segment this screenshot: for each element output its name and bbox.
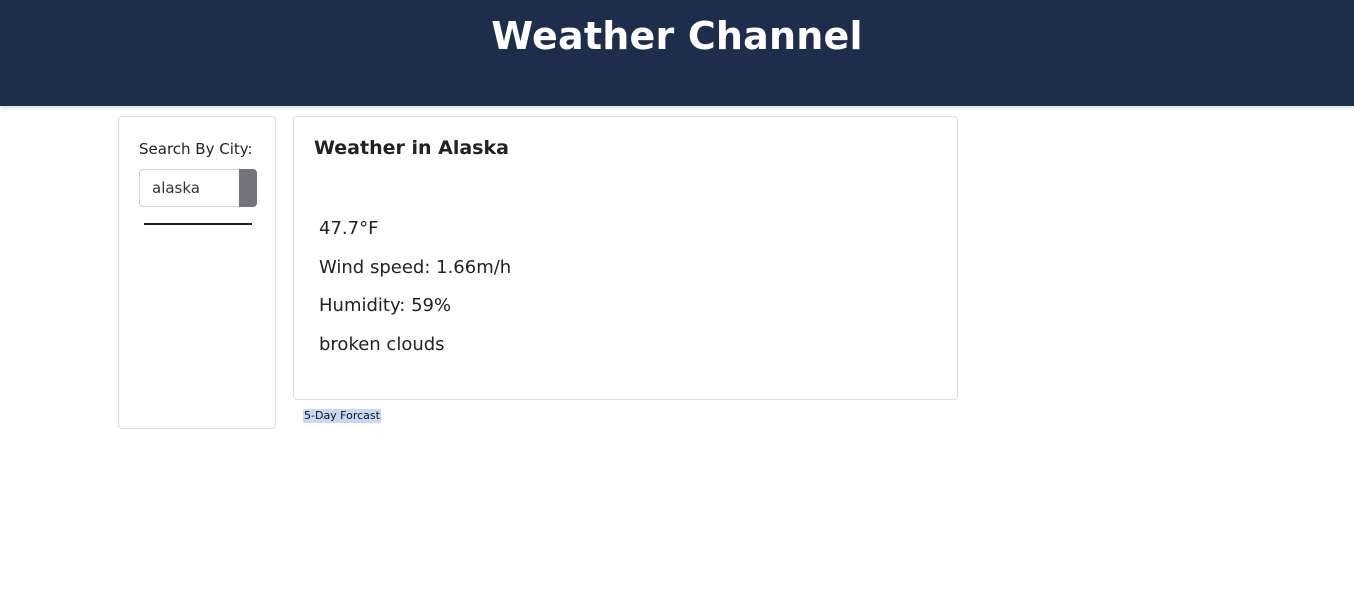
wind-speed-text: Wind speed: 1.66m/h (319, 257, 512, 278)
temperature-text: 47.7°F (319, 218, 379, 239)
search-group (139, 169, 257, 207)
five-day-forecast-heading: 5-Day Forcast (303, 409, 381, 423)
search-sidebar: Search By City: (118, 116, 276, 429)
current-weather-card: Weather in Alaska 47.7°F Wind speed: 1.6… (293, 116, 958, 400)
site-title: Weather Channel (491, 14, 863, 58)
site-header: Weather Channel (0, 0, 1354, 106)
weather-title: Weather in Alaska (314, 137, 509, 159)
search-button[interactable] (239, 169, 257, 207)
sidebar-divider (144, 223, 252, 225)
weather-description-text: broken clouds (319, 334, 445, 355)
search-label: Search By City: (139, 140, 253, 158)
humidity-text: Humidity: 59% (319, 295, 452, 316)
city-search-input[interactable] (139, 169, 239, 207)
